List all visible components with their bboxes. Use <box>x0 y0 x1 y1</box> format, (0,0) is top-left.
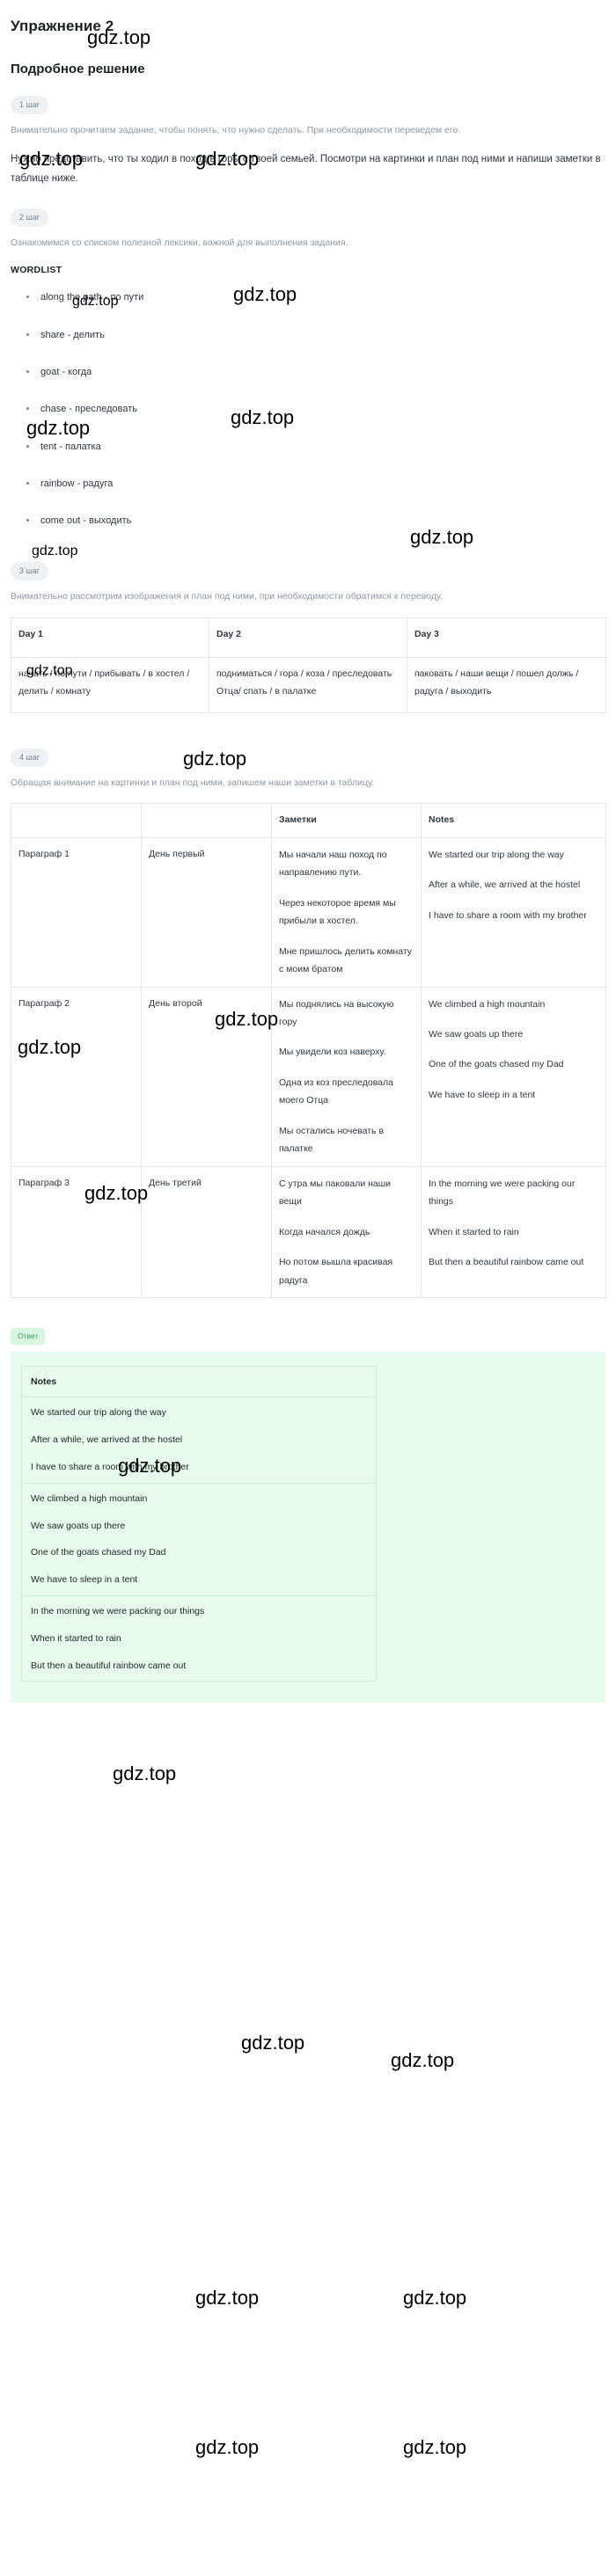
list-item: goat - когда <box>26 366 605 378</box>
note-ru: Мы остались ночевать в палатке <box>279 1125 385 1155</box>
list-item: tent - палатка <box>26 441 605 453</box>
column-header-notes: Notes <box>21 1365 377 1398</box>
note-en: We climbed a high mountain <box>429 998 546 1010</box>
note-ru: Мы начали наш поход по направлению пути. <box>279 849 387 879</box>
table-header-row: Day 1 Day 2 Day 3 <box>11 617 606 659</box>
watermark-text: gdz.top <box>403 2287 467 2309</box>
note-en: In the morning we were packing our thing… <box>429 1178 576 1208</box>
answer-group-2: We climbed a high mountain We saw goats … <box>21 1482 377 1597</box>
note-en: We started our trip along the way <box>429 849 564 860</box>
solution-page: Упражнение 2 Подробное решение 1 шаг Вни… <box>0 0 616 1720</box>
step-4-instruction: Обращая внимание на картинки и план под … <box>11 777 375 788</box>
notes-ru-cell: Мы начали наш поход по направлению пути.… <box>271 836 422 988</box>
step-badge-4: 4 шаг <box>11 748 49 767</box>
column-header-day3: Day 3 <box>407 617 606 659</box>
day-label: День третий <box>141 1165 272 1299</box>
answer-line: We climbed a high mountain <box>31 1492 148 1504</box>
step-badge-3: 3 шаг <box>11 562 49 581</box>
step-badge-1: 1 шаг <box>11 96 49 114</box>
column-header-blank-1 <box>11 803 142 838</box>
note-en: We have to sleep in a tent <box>429 1089 536 1100</box>
table-row: начать / по пути / прибывать / в хостел … <box>11 657 606 713</box>
plan-cell-day2: подниматься / гора / коза / преследовать… <box>209 657 407 713</box>
watermark-text: gdz.top <box>195 2436 260 2458</box>
note-ru: Через некоторое время мы прибыли в хосте… <box>279 897 396 927</box>
table-row: In the morning we were packing our thing… <box>21 1595 377 1682</box>
answer-line: We saw goats up there <box>31 1520 126 1531</box>
column-header-day2: Day 2 <box>209 617 407 659</box>
step-1-instruction: Внимательно прочитаем задание, чтобы пон… <box>11 125 461 135</box>
note-en: But then a beautiful rainbow came out <box>429 1257 584 1268</box>
notes-en-cell: We started our trip along the way After … <box>421 836 606 988</box>
plan-table: Day 1 Day 2 Day 3 начать / по пути / при… <box>11 617 606 713</box>
note-en: I have to share a room with my brother <box>429 909 587 921</box>
day-label: День первый <box>141 836 272 988</box>
list-item: along the path - по пути <box>26 291 605 303</box>
list-item: rainbow - радуга <box>26 478 605 490</box>
notes-table: Заметки Notes Параграф 1 День первый Мы … <box>11 803 606 1299</box>
note-en: When it started to rain <box>429 1226 519 1237</box>
answer-group-1: We started our trip along the way After … <box>21 1397 377 1484</box>
answer-table: Notes We started our trip along the way … <box>21 1365 377 1682</box>
column-header-zametki: Заметки <box>271 803 422 838</box>
answer-line: But then a beautiful rainbow came out <box>31 1660 187 1671</box>
solution-heading: Подробное решение <box>11 62 145 77</box>
day-label: День второй <box>141 986 272 1167</box>
wordlist: along the path - по пути share - делить … <box>11 291 605 527</box>
answer-group-3: In the morning we were packing our thing… <box>21 1595 377 1682</box>
column-header-notes: Notes <box>421 803 606 838</box>
watermark-text: gdz.top <box>195 2287 260 2309</box>
answer-line: I have to share a room with my brother <box>31 1462 189 1473</box>
paragraph-label: Параграф 2 <box>11 986 142 1167</box>
note-ru: Мы поднялись на высокую гору <box>279 998 394 1027</box>
answer-line: When it started to rain <box>31 1632 121 1644</box>
note-en: One of the goats chased my Dad <box>429 1059 564 1070</box>
column-header-day1: Day 1 <box>11 617 209 659</box>
answer-line: In the morning we were packing our thing… <box>31 1606 205 1617</box>
table-row: We climbed a high mountain We saw goats … <box>21 1482 377 1597</box>
note-en: After a while, we arrived at the hostel <box>429 879 581 891</box>
watermark-text: gdz.top <box>113 1762 177 1784</box>
notes-en-cell: In the morning we were packing our thing… <box>421 1165 606 1299</box>
table-header-row: Заметки Notes <box>11 803 606 838</box>
answer-badge: Ответ <box>11 1328 46 1345</box>
answer-line: After a while, we arrived at the hostel <box>31 1434 183 1446</box>
table-row: Параграф 2 День второй Мы поднялись на в… <box>11 986 606 1167</box>
step-2-instruction: Ознакомимся со списком полезной лексики,… <box>11 237 348 248</box>
watermark-text: gdz.top <box>241 2032 305 2054</box>
note-en: We saw goats up there <box>429 1028 524 1040</box>
table-row: We started our trip along the way After … <box>21 1397 377 1484</box>
note-ru: Но потом вышла красивая радуга <box>279 1257 393 1286</box>
note-ru: Мне пришлось делить комнату с моим брато… <box>279 945 412 975</box>
plan-cell-day1: начать / по пути / прибывать / в хостел … <box>11 657 209 713</box>
answer-block: Notes We started our trip along the way … <box>11 1351 605 1704</box>
note-ru: Мы увидели коз наверху. <box>279 1047 386 1058</box>
note-ru: Когда начался дождь <box>279 1226 370 1237</box>
answer-line: We started our trip along the way <box>31 1407 166 1419</box>
table-row: Параграф 1 День первый Мы начали наш пох… <box>11 836 606 988</box>
list-item: come out - выходить <box>26 514 605 527</box>
notes-ru-cell: Мы поднялись на высокую гору Мы увидели … <box>271 986 422 1167</box>
answer-line: We have to sleep in a tent <box>31 1574 138 1586</box>
column-header-blank-2 <box>141 803 272 838</box>
list-item: chase - преследовать <box>26 403 605 415</box>
plan-cell-day3: паковать / наши вещи / пошел должь / рад… <box>407 657 606 713</box>
paragraph-label: Параграф 1 <box>11 836 142 988</box>
watermark-text: gdz.top <box>391 2049 455 2071</box>
table-row: Параграф 3 День третий С утра мы паковал… <box>11 1165 606 1299</box>
page-title: Упражнение 2 <box>11 18 114 34</box>
table-header-row: Notes <box>21 1365 377 1398</box>
notes-ru-cell: С утра мы паковали наши вещи Когда начал… <box>271 1165 422 1299</box>
list-item: share - делить <box>26 329 605 341</box>
step-badge-2: 2 шаг <box>11 208 49 227</box>
wordlist-title: WORDLIST <box>11 265 62 276</box>
answer-line: One of the goats chased my Dad <box>31 1547 166 1558</box>
watermark-text: gdz.top <box>403 2436 467 2458</box>
notes-en-cell: We climbed a high mountain We saw goats … <box>421 986 606 1167</box>
step-1-task-text: Нужно представить, что ты ходил в поход … <box>11 154 601 185</box>
note-ru: Одна из коз преследовала моего Отца <box>279 1076 393 1106</box>
paragraph-label: Параграф 3 <box>11 1165 142 1299</box>
step-3-instruction: Внимательно рассмотрим изображения и пла… <box>11 591 443 602</box>
note-ru: С утра мы паковали наши вещи <box>279 1178 392 1208</box>
